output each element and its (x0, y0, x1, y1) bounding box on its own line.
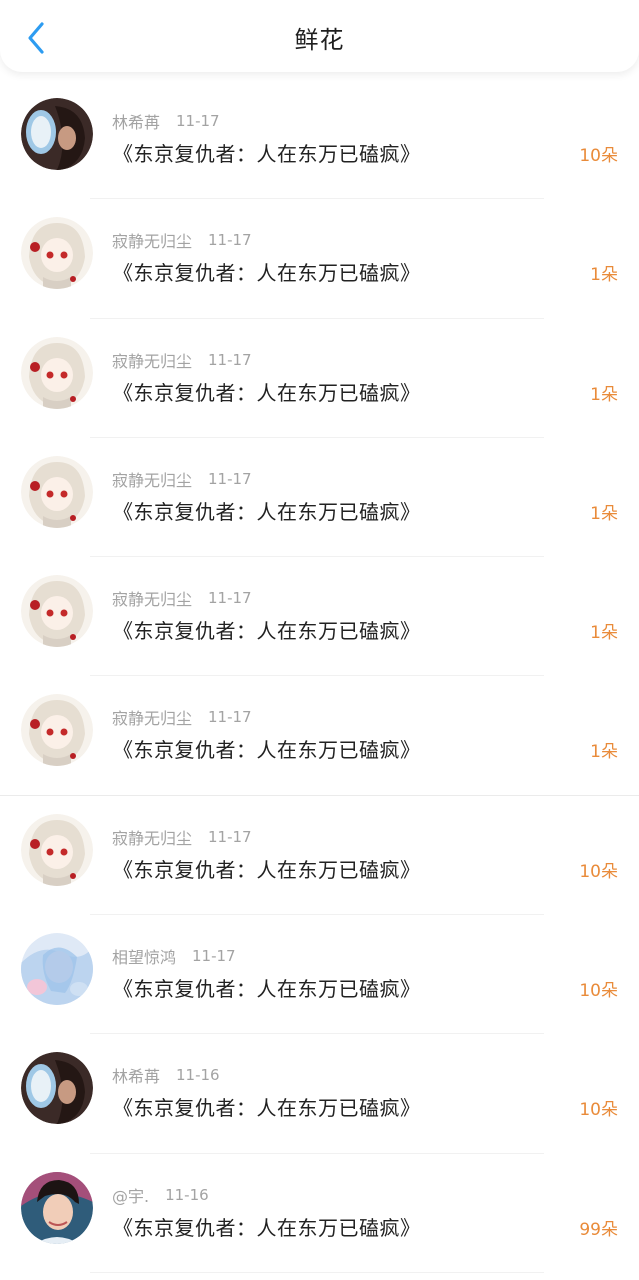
date: 11-16 (176, 1066, 220, 1085)
list-item[interactable]: 寂静无归尘 11-17 《东京复仇者：人在东万已磕疯》 1朵 (0, 199, 639, 319)
user-name: 寂静无归尘 (112, 232, 193, 252)
date: 11-17 (208, 350, 252, 369)
book-title: 《东京复仇者：人在东万已磕疯》 (113, 142, 421, 166)
flower-amount: 99朵 (579, 1219, 618, 1240)
user-name: 寂静无归尘 (112, 828, 193, 848)
avatar (21, 813, 93, 886)
list-item[interactable]: 相望惊鸿 11-17 《东京复仇者：人在东万已磕疯》 10朵 (0, 915, 639, 1035)
top-bar: 鲜花 (0, 0, 639, 72)
date: 11-17 (208, 827, 252, 846)
book-title: 《东京复仇者：人在东万已磕疯》 (113, 1096, 421, 1121)
list-item[interactable]: 寂静无归尘 11-17 《东京复仇者：人在东万已磕疯》 1朵 (0, 676, 639, 797)
flower-amount: 10朵 (579, 981, 618, 1002)
book-title: 《东京复仇者：人在东万已磕疯》 (113, 857, 421, 882)
flower-record-list: 林希苒 11-17 《东京复仇者：人在东万已磕疯》 10朵 寂静无归尘 11-17 … (0, 80, 639, 1274)
avatar (21, 455, 93, 528)
date: 11-17 (176, 112, 220, 130)
list-item[interactable]: 林希苒 11-17 《东京复仇者：人在东万已磕疯》 10朵 (0, 80, 639, 200)
flower-amount: 1朵 (590, 623, 618, 644)
user-name: @宇. (112, 1186, 150, 1206)
list-item[interactable]: 寂静无归尘 11-17 《东京复仇者：人在东万已磕疯》 1朵 (0, 557, 639, 677)
date: 11-17 (208, 589, 252, 608)
user-name: 寂静无归尘 (112, 470, 193, 490)
avatar (21, 98, 93, 170)
list-item[interactable]: 寂静无归尘 11-17 《东京复仇者：人在东万已磕疯》 10朵 (0, 796, 639, 916)
book-title: 《东京复仇者：人在东万已磕疯》 (113, 499, 421, 524)
flower-amount: 1朵 (590, 265, 618, 286)
avatar (21, 933, 93, 1006)
user-name: 林希苒 (112, 1067, 161, 1087)
user-name: 寂静无归尘 (112, 709, 193, 729)
book-title: 《东京复仇者：人在东万已磕疯》 (113, 261, 421, 286)
list-item[interactable]: 寂静无归尘 11-17 《东京复仇者：人在东万已磕疯》 1朵 (0, 319, 639, 439)
flower-amount: 1朵 (590, 742, 618, 763)
user-name: 相望惊鸿 (112, 948, 177, 968)
flower-amount: 1朵 (590, 503, 618, 524)
list-item[interactable]: 林希苒 11-16 《东京复仇者：人在东万已磕疯》 10朵 (0, 1034, 639, 1154)
book-title: 《东京复仇者：人在东万已磕疯》 (113, 380, 421, 405)
date: 11-17 (208, 708, 252, 727)
book-title: 《东京复仇者：人在东万已磕疯》 (113, 738, 421, 763)
date: 11-17 (208, 469, 252, 488)
user-name: 寂静无归尘 (112, 351, 193, 371)
user-name: 林希苒 (112, 113, 161, 132)
book-title: 《东京复仇者：人在东万已磕疯》 (113, 1215, 421, 1240)
page-title: 鲜花 (294, 26, 345, 54)
flower-amount: 1朵 (590, 384, 618, 405)
avatar (21, 694, 93, 767)
flower-amount: 10朵 (579, 861, 618, 882)
date: 11-17 (208, 231, 252, 250)
user-name: 寂静无归尘 (112, 590, 193, 610)
flower-amount: 10朵 (579, 146, 618, 166)
avatar (21, 575, 93, 648)
book-title: 《东京复仇者：人在东万已磕疯》 (113, 619, 421, 644)
flower-amount: 10朵 (579, 1100, 618, 1121)
avatar (21, 217, 93, 290)
date: 11-17 (192, 947, 236, 966)
list-item[interactable]: 寂静无归尘 11-17 《东京复仇者：人在东万已磕疯》 1朵 (0, 438, 639, 558)
list-item[interactable]: @宇. 11-16 《东京复仇者：人在东万已磕疯》 99朵 (0, 1154, 639, 1274)
date: 11-16 (165, 1185, 209, 1204)
avatar (21, 1171, 93, 1244)
book-title: 《东京复仇者：人在东万已磕疯》 (113, 977, 421, 1002)
avatar (21, 336, 93, 409)
avatar (21, 1052, 93, 1125)
